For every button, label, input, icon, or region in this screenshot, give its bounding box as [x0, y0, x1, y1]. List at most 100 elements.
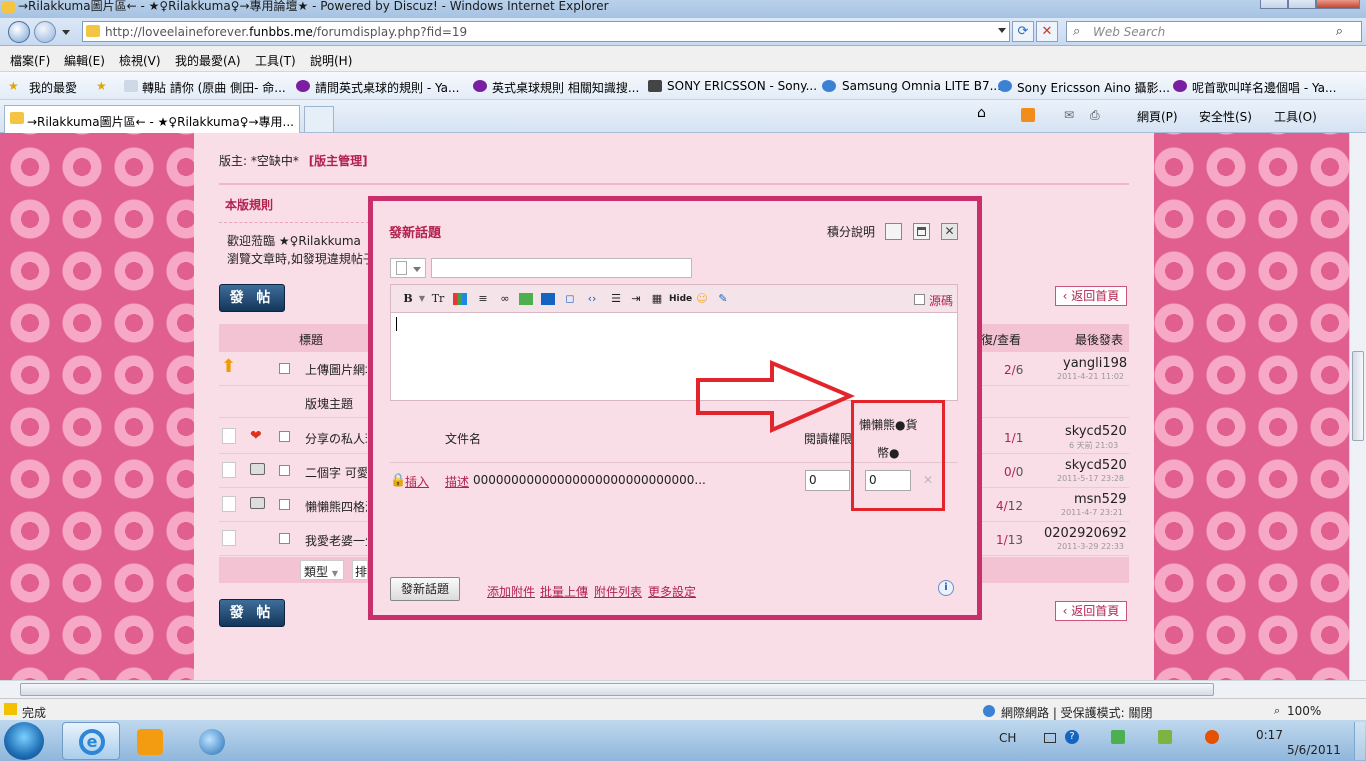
scroll-thumb[interactable]	[20, 683, 1214, 696]
smiley-icon[interactable]: ☺	[695, 293, 709, 305]
bold-icon[interactable]: B	[401, 293, 415, 305]
favorite-link-4[interactable]: SONY ERICSSON - Sony...	[667, 79, 817, 93]
stop-button[interactable]: ✕	[1036, 21, 1058, 42]
chevron-down-icon[interactable]: ▼	[415, 293, 429, 305]
menu-help[interactable]: 說明(H)	[310, 52, 352, 69]
favorite-link-7[interactable]: 呢首歌叫咩名邊個唱 - Ya...	[1192, 79, 1336, 96]
message-textarea[interactable]	[390, 312, 958, 401]
maximize-button[interactable]	[1288, 0, 1316, 9]
source-checkbox[interactable]	[914, 294, 925, 305]
feeds-icon[interactable]	[1021, 108, 1035, 122]
last-post-user[interactable]: skycd520	[1065, 424, 1127, 439]
favorite-link-6[interactable]: Sony Ericsson Aino 攝影...	[1017, 79, 1170, 96]
tab-rilakkuma[interactable]: →Rilakkuma圖片區← - ★♀Rilakkuma♀→專用...	[4, 105, 300, 133]
print-icon[interactable]: ⎙	[1090, 108, 1100, 123]
favorite-link-1[interactable]: 轉貼 請你 (原曲 側田- 命...	[142, 79, 286, 96]
image-icon[interactable]	[519, 293, 533, 305]
row-checkbox[interactable]	[279, 431, 290, 442]
vertical-scrollbar[interactable]	[1349, 133, 1366, 680]
refresh-button[interactable]: ⟳	[1012, 21, 1034, 42]
insert-attachment-link[interactable]: 插入	[405, 473, 429, 490]
indent-icon[interactable]: ⇥	[629, 293, 643, 305]
favorite-link-2[interactable]: 請問英式桌球的規則 - Ya...	[315, 79, 459, 96]
more-settings-link[interactable]: 更多設定	[648, 583, 696, 600]
align-icon[interactable]: ≡	[476, 293, 490, 305]
search-box[interactable]: ⌕ Web Search ⌕	[1066, 21, 1362, 42]
link-icon[interactable]: ∞	[498, 293, 512, 305]
show-desktop-button[interactable]	[1354, 722, 1365, 760]
add-favorite-icon[interactable]: ★	[96, 79, 107, 93]
row-checkbox[interactable]	[279, 363, 290, 374]
keyboard-icon[interactable]	[1044, 733, 1056, 743]
quote-icon[interactable]: ◻	[563, 293, 577, 305]
taskbar-media-player[interactable]	[122, 722, 180, 760]
tray-icon[interactable]	[1158, 730, 1172, 744]
color-icon[interactable]	[453, 293, 467, 305]
help-icon[interactable]: ?	[1065, 730, 1079, 744]
submit-topic-button[interactable]: 發新話題	[390, 577, 460, 601]
code-icon[interactable]: ‹›	[585, 293, 599, 305]
thread-title[interactable]: 我愛老婆一生	[305, 532, 367, 549]
ordered-list-icon[interactable]: ☰	[609, 293, 623, 305]
tools-icon[interactable]: ✎	[716, 293, 730, 305]
favorite-link-3[interactable]: 英式桌球規則 相關知識搜...	[492, 79, 639, 96]
scroll-thumb[interactable]	[1352, 351, 1364, 441]
favorites-button[interactable]: 我的最愛	[29, 79, 77, 96]
taskbar-ie[interactable]: e	[62, 722, 120, 760]
menu-view[interactable]: 檢視(V)	[119, 52, 161, 69]
clock-time[interactable]: 0:17	[1256, 728, 1283, 742]
clock-date[interactable]: 5/6/2011	[1287, 743, 1341, 757]
return-home-button[interactable]: ‹ 返回首頁	[1055, 286, 1127, 306]
read-permission-input[interactable]: 0	[805, 470, 850, 491]
media-icon[interactable]	[541, 293, 555, 305]
maximize-dialog-icon[interactable]	[913, 223, 930, 240]
post-new-button-bottom[interactable]: 發 帖	[219, 599, 285, 627]
language-indicator[interactable]: CH	[999, 731, 1016, 745]
add-attachment-link[interactable]: 添加附件	[487, 583, 535, 600]
forward-button[interactable]	[34, 21, 56, 43]
page-menu[interactable]: 網頁(P)	[1137, 108, 1178, 125]
batch-upload-link[interactable]: 批量上傳	[540, 583, 588, 600]
window-title-bar[interactable]: →Rilakkuma圖片區← - ★♀Rilakkuma♀→專用論壇★ - Po…	[0, 0, 1366, 18]
read-mail-icon[interactable]: ✉	[1064, 108, 1074, 122]
safety-menu[interactable]: 安全性(S)	[1199, 108, 1252, 125]
history-dropdown-icon[interactable]	[62, 30, 70, 35]
table-icon[interactable]: ▦	[650, 293, 664, 305]
tray-icon[interactable]	[1205, 730, 1219, 744]
new-tab-button[interactable]	[304, 106, 334, 132]
search-icon[interactable]: ⌕	[1336, 24, 1343, 39]
menu-tools[interactable]: 工具(T)	[255, 52, 296, 69]
thread-title[interactable]: 懶懶熊四格漫	[305, 498, 367, 515]
popout-icon[interactable]	[885, 223, 902, 240]
type-filter-select[interactable]: 類型 ▼	[300, 560, 344, 580]
address-dropdown-icon[interactable]	[998, 28, 1006, 33]
back-button[interactable]	[8, 21, 30, 43]
close-window-button[interactable]	[1316, 0, 1360, 9]
attachment-list-link[interactable]: 附件列表	[594, 583, 642, 600]
close-dialog-icon[interactable]: ✕	[941, 223, 958, 240]
thread-title[interactable]: 上傳圖片網址	[305, 361, 367, 378]
return-home-button-bottom[interactable]: ‹ 返回首頁	[1055, 601, 1127, 621]
post-new-button[interactable]: 發 帖	[219, 284, 285, 312]
tray-icon[interactable]	[1111, 730, 1125, 744]
info-icon[interactable]: i	[938, 580, 954, 596]
zoom-level[interactable]: 100%	[1287, 704, 1321, 718]
favorite-link-5[interactable]: Samsung Omnia LITE B7...	[842, 79, 1001, 93]
last-post-user[interactable]: msn529	[1074, 492, 1127, 507]
font-size-icon[interactable]: Tr	[431, 293, 445, 305]
moderator-manage-link[interactable]: [版主管理]	[309, 154, 368, 168]
start-button[interactable]	[4, 722, 44, 760]
row-checkbox[interactable]	[279, 533, 290, 544]
menu-file[interactable]: 檔案(F)	[10, 52, 50, 69]
menu-favorites[interactable]: 我的最愛(A)	[175, 52, 241, 69]
hide-content-icon[interactable]: Hide	[669, 293, 692, 305]
taskbar-network[interactable]	[182, 722, 240, 760]
subject-input[interactable]	[431, 258, 692, 278]
row-checkbox[interactable]	[279, 499, 290, 510]
last-post-user[interactable]: yangli198	[1063, 356, 1127, 371]
home-icon[interactable]: ⌂	[977, 105, 986, 121]
row-checkbox[interactable]	[279, 465, 290, 476]
last-post-user[interactable]: 0202920692	[1044, 526, 1127, 541]
horizontal-scrollbar[interactable]	[0, 680, 1366, 698]
describe-attachment-link[interactable]: 描述	[445, 473, 469, 490]
